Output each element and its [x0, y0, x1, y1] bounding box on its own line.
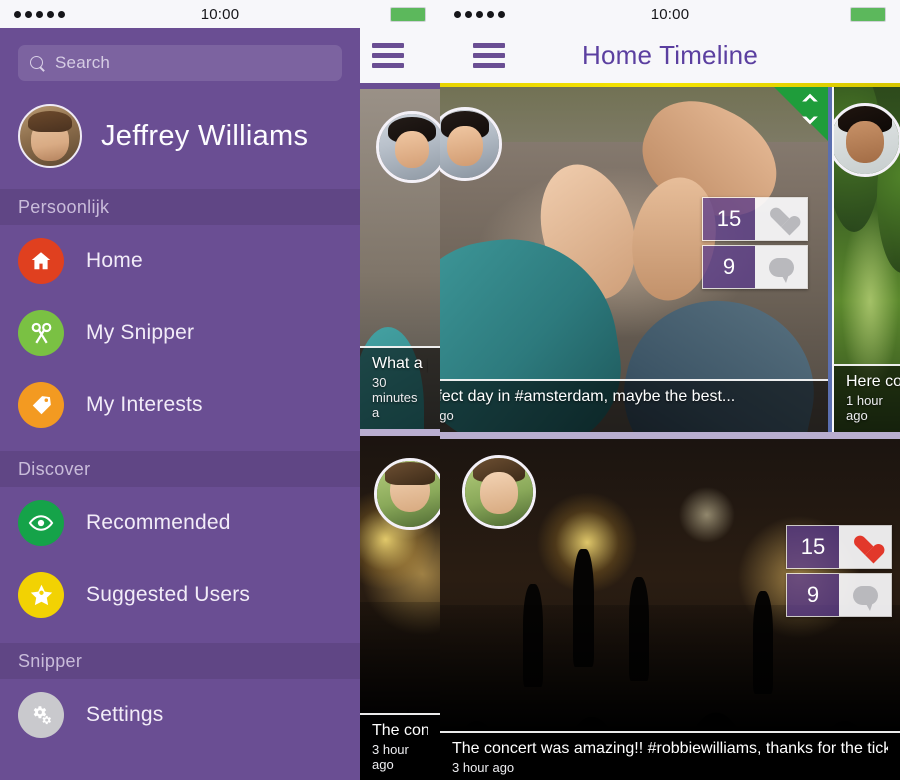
peek-card-2[interactable]: The concer 3 hour ago [360, 436, 440, 780]
post-caption: Here con 1 hour ago [834, 364, 900, 432]
comment-badge[interactable]: 9 [786, 573, 892, 617]
avatar[interactable] [440, 107, 502, 181]
sidebar-item-label: Recommended [86, 511, 231, 534]
timeline-row-1: 15 9 rfect day in #amsterdam, maybe the … [440, 87, 900, 432]
peek-caption-2: The concer 3 hour ago [360, 713, 440, 780]
peek-caption-text-2: The concer [372, 722, 428, 739]
screenshot-stage: 10:00 What a pe 30 minut [0, 0, 900, 780]
page-title: Home Timeline [582, 40, 758, 70]
post-caption-time: 3 hour ago [452, 760, 515, 775]
post-card-forest[interactable]: Here con 1 hour ago [834, 87, 900, 432]
section-header-snipper: Snipper [0, 643, 360, 679]
like-badge[interactable]: 15 [702, 197, 808, 241]
post-caption: rfect day in #amsterdam, maybe the best.… [440, 379, 830, 432]
post-caption-text: The concert was amazing!! #robbiewilliam… [452, 740, 888, 757]
peek-navbar [360, 28, 440, 83]
tag-icon [18, 382, 64, 428]
left-peek-feed: What a pe 30 minutes a The concer 3 hour… [360, 28, 440, 780]
avatar[interactable] [376, 111, 440, 183]
status-bar-time: 10:00 [200, 5, 240, 23]
hamburger-icon[interactable] [372, 43, 404, 68]
avatar[interactable] [18, 104, 82, 168]
comment-bubble-icon[interactable] [839, 574, 891, 616]
post-caption-time: ago [440, 408, 454, 423]
star-icon [18, 572, 64, 618]
post-caption: The concert was amazing!! #robbiewilliam… [440, 731, 900, 780]
peek-card-gap [360, 429, 440, 436]
battery-icon [390, 6, 426, 22]
like-count: 15 [703, 198, 755, 240]
post-caption-text: Here con [846, 373, 900, 390]
peek-caption-text-1: What a pe [372, 355, 428, 372]
feed-row-gap [440, 432, 900, 439]
gears-icon [18, 692, 64, 738]
eye-icon [18, 500, 64, 546]
navigation-bar: Home Timeline [440, 28, 900, 83]
sidebar-item-label: Home [86, 249, 143, 272]
sidebar-item-my-interests[interactable]: My Interests [0, 369, 360, 441]
sidebar-item-label: My Interests [86, 393, 203, 416]
avatar[interactable] [834, 103, 900, 177]
comment-bubble-icon[interactable] [755, 246, 807, 288]
comment-count: 9 [703, 246, 755, 288]
scissors-icon [18, 310, 64, 356]
peek-card-1[interactable]: What a pe 30 minutes a [360, 89, 440, 429]
battery-icon [850, 6, 886, 22]
sidebar-item-recommended[interactable]: Recommended [0, 487, 360, 559]
status-bar-time: 10:00 [650, 5, 690, 23]
peek-caption-time-2: 3 hour ago [372, 742, 409, 772]
avatar[interactable] [462, 455, 536, 529]
post-caption-time: 1 hour ago [846, 393, 883, 423]
sidebar-item-label: Settings [86, 703, 164, 726]
left-phone-screen: 10:00 What a pe 30 minut [0, 0, 440, 780]
sidebar-item-home[interactable]: Home [0, 225, 360, 297]
heart-icon[interactable] [755, 198, 807, 240]
post-card-couple[interactable]: 15 9 rfect day in #amsterdam, maybe the … [440, 87, 830, 432]
profile-header[interactable]: Jeffrey Williams [0, 81, 360, 189]
timeline-feed[interactable]: 15 9 rfect day in #amsterdam, maybe the … [440, 87, 900, 780]
avatar[interactable] [374, 458, 440, 530]
search-input[interactable]: Search [18, 45, 342, 81]
status-bar-right: 10:00 [440, 0, 900, 28]
snip-ribbon-badge[interactable] [774, 87, 830, 143]
right-phone-screen: 10:00 Home Timeline 15 9 rfect day in #a… [440, 0, 900, 780]
sidebar-item-settings[interactable]: Settings [0, 679, 360, 751]
comment-count: 9 [787, 574, 839, 616]
search-container: Search [0, 28, 360, 81]
post-caption-text: rfect day in #amsterdam, maybe the best.… [440, 388, 736, 405]
peek-caption-time-1: 30 minutes a [372, 375, 418, 420]
sidebar-item-suggested-users[interactable]: Suggested Users [0, 559, 360, 631]
search-icon [30, 55, 45, 71]
peek-caption-1: What a pe 30 minutes a [360, 346, 440, 429]
section-header-persoonlijk: Persoonlijk [0, 189, 360, 225]
sidebar-item-my-snipper[interactable]: My Snipper [0, 297, 360, 369]
card-separator [828, 87, 832, 432]
comment-badge[interactable]: 9 [702, 245, 808, 289]
search-placeholder: Search [55, 53, 111, 72]
like-count: 15 [787, 526, 839, 568]
navigation-drawer: Search Jeffrey Williams Persoonlijk Home… [0, 28, 360, 780]
sidebar-item-label: My Snipper [86, 321, 195, 344]
section-header-discover: Discover [0, 451, 360, 487]
heart-icon[interactable] [839, 526, 891, 568]
post-stats-badges: 15 9 [702, 197, 808, 289]
profile-name: Jeffrey Williams [101, 119, 309, 152]
post-card-concert[interactable]: 15 9 The concert was amazing!! #robbiewi… [440, 439, 900, 780]
status-bar-left: 10:00 [0, 0, 440, 28]
home-icon [18, 238, 64, 284]
post-stats-badges: 15 9 [786, 525, 892, 617]
like-badge[interactable]: 15 [786, 525, 892, 569]
sidebar-item-label: Suggested Users [86, 583, 251, 606]
